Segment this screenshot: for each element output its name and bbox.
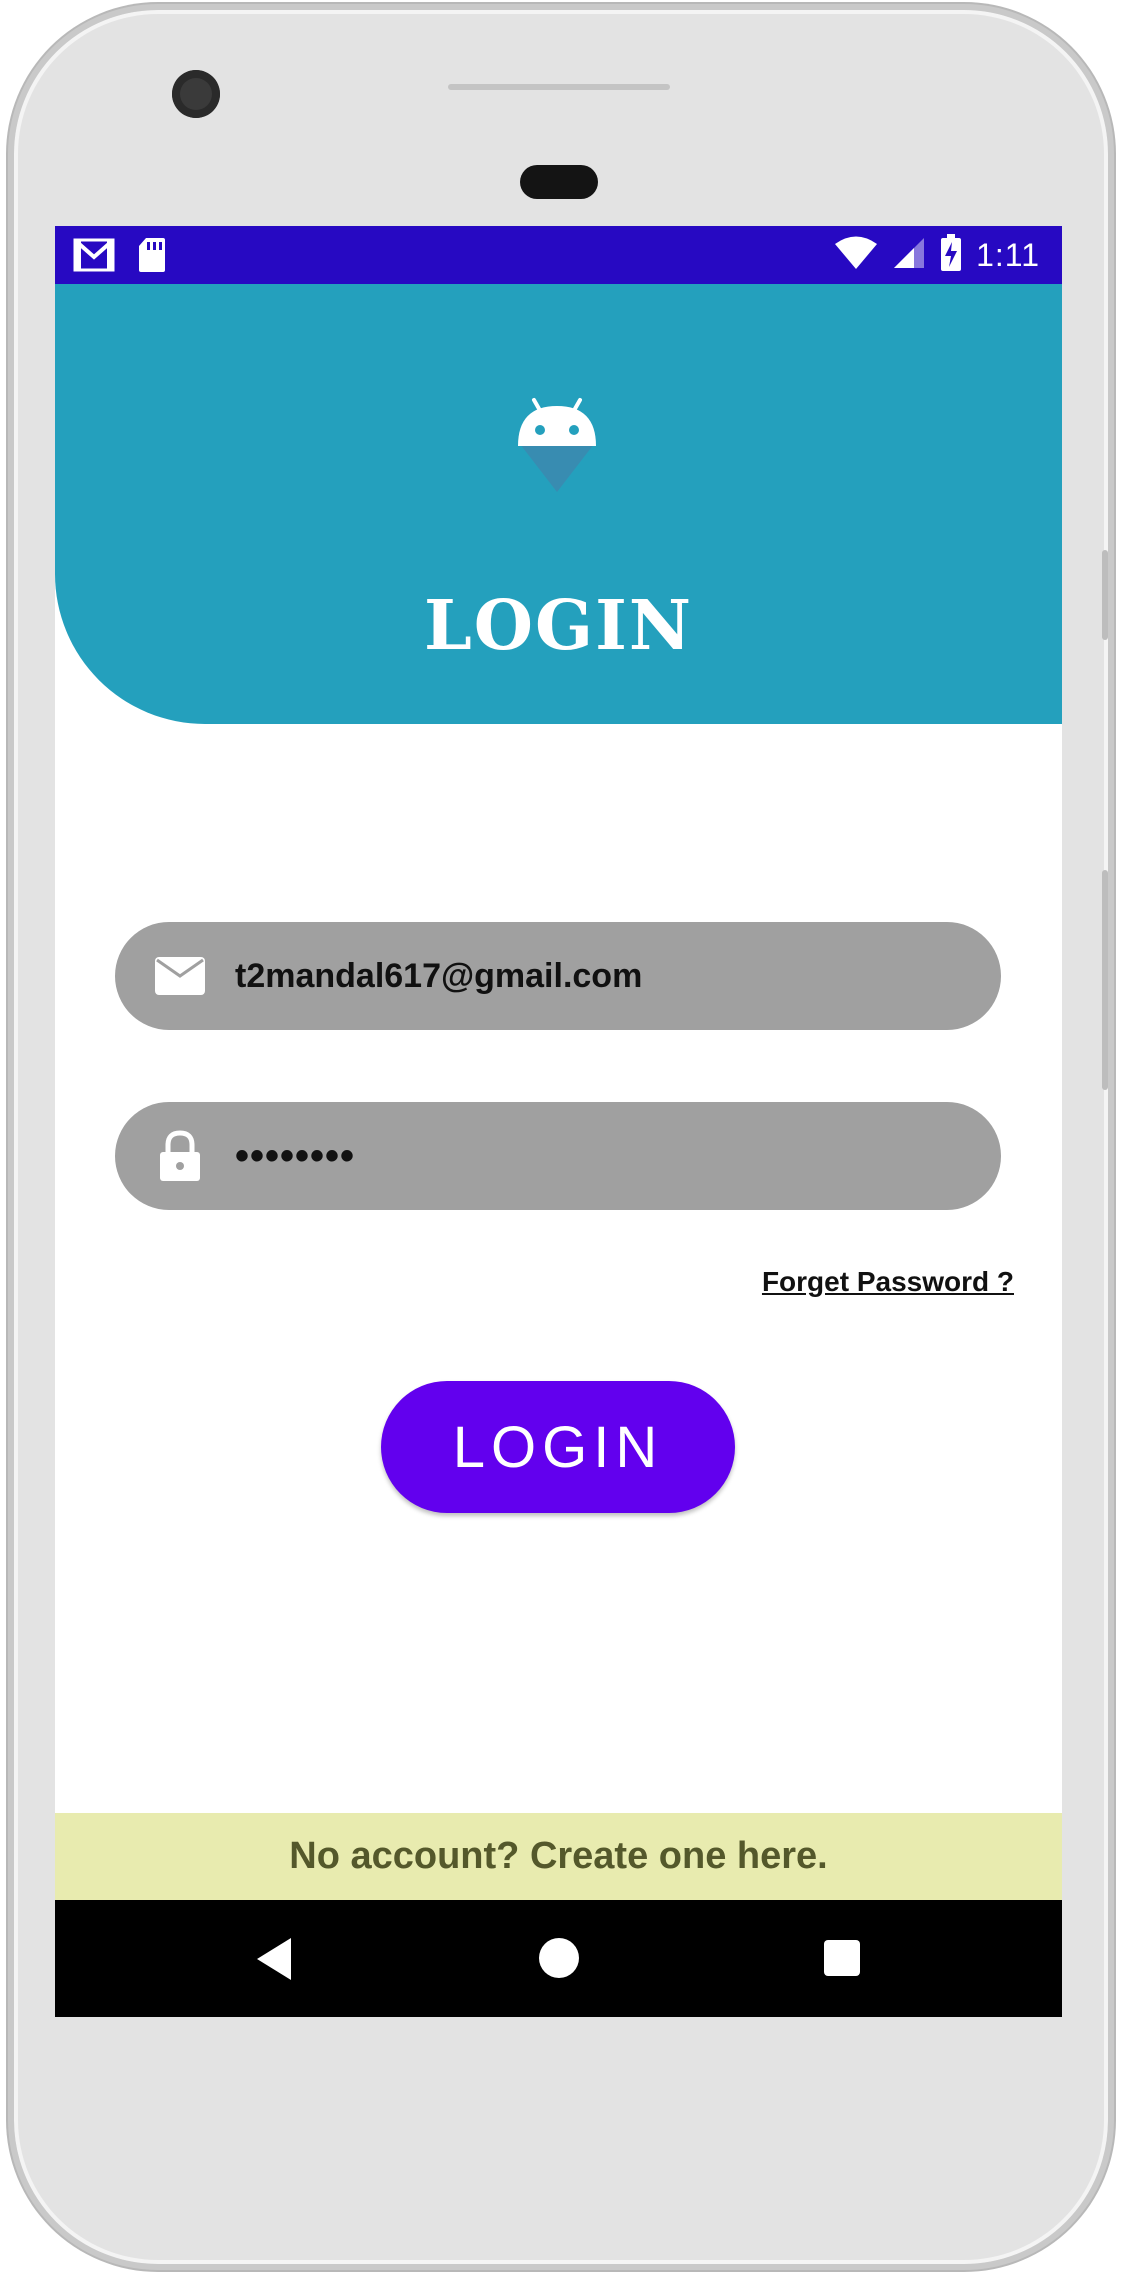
cell-signal-icon <box>892 236 926 275</box>
login-header: LOGIN <box>55 284 1062 724</box>
side-button <box>1102 550 1108 640</box>
side-button <box>1102 870 1108 1090</box>
email-input[interactable] <box>233 955 957 997</box>
battery-charging-icon <box>940 234 962 277</box>
screen: 1:11 LOGIN t2mandal617@gmail.com •••••••… <box>55 226 1062 2017</box>
sd-card-icon <box>137 236 167 279</box>
create-account-link[interactable]: No account? Create one here. <box>55 1813 1062 1900</box>
create-account-label: No account? Create one here. <box>289 1835 828 1877</box>
email-field[interactable] <box>115 922 1001 1030</box>
login-button[interactable]: LOGIN <box>381 1381 735 1513</box>
status-bar: 1:11 <box>55 226 1062 284</box>
home-icon[interactable] <box>539 1938 579 1978</box>
password-input[interactable] <box>233 1132 957 1180</box>
status-clock: 1:11 <box>976 237 1040 273</box>
forgot-password-link[interactable]: Forget Password ? <box>762 1266 1014 1298</box>
earpiece <box>520 165 598 199</box>
navigation-bar <box>55 1900 1062 2017</box>
recents-icon[interactable] <box>824 1940 860 1976</box>
wifi-icon <box>834 235 878 276</box>
mail-icon <box>153 949 207 1003</box>
gmail-icon <box>73 238 115 277</box>
page-title: LOGIN <box>423 586 694 666</box>
password-field[interactable] <box>115 1102 1001 1210</box>
speaker-grille <box>448 84 670 90</box>
lock-icon <box>153 1129 207 1183</box>
android-icon <box>512 392 602 492</box>
camera-icon <box>172 70 220 118</box>
back-icon[interactable] <box>257 1938 291 1980</box>
